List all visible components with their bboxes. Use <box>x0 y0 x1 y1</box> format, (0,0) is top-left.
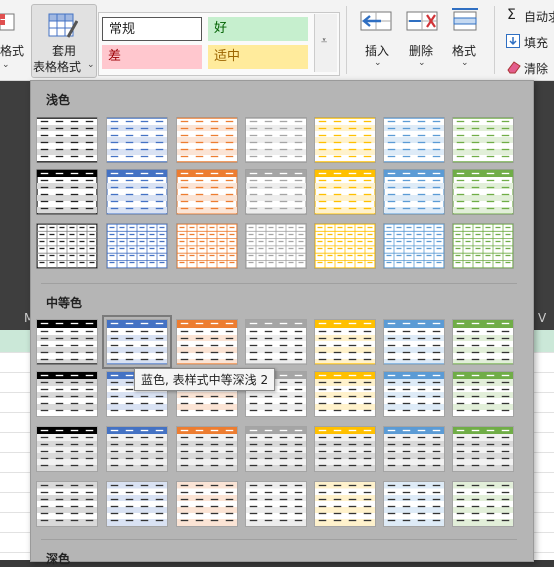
format-as-label[interactable]: 格式 <box>0 42 24 59</box>
ribbon: 格式 ⌄ 套用 表格格式 ⌄ 常规 好 差 适中 ⩡ 插入 ⌄ 删除 ⌄ 格式 … <box>0 0 554 81</box>
table-brush-icon <box>48 11 79 42</box>
table-style-thumbnail[interactable] <box>36 319 98 365</box>
divider <box>346 6 347 74</box>
cell-styles-more-button[interactable]: ⩡ <box>314 14 337 72</box>
cell-style-good[interactable]: 好 <box>208 17 308 41</box>
table-style-thumbnail[interactable] <box>452 117 514 163</box>
table-style-thumbnail[interactable] <box>314 117 376 163</box>
table-style-thumbnail[interactable] <box>176 481 238 527</box>
table-style-thumbnail[interactable] <box>245 223 307 269</box>
section-title-dark: 深色 <box>46 552 71 566</box>
delete-label[interactable]: 删除 <box>409 42 433 59</box>
format-cells-icon[interactable] <box>451 6 479 39</box>
table-style-thumbnail[interactable] <box>314 319 376 365</box>
cell-style-neutral-label: 适中 <box>214 49 241 64</box>
table-style-thumbnail[interactable] <box>314 169 376 215</box>
table-style-thumbnail[interactable] <box>452 169 514 215</box>
cell-styles-gallery: 常规 好 差 适中 <box>98 12 340 76</box>
insert-cells-icon[interactable] <box>359 8 393 37</box>
expand-icon: ⩡ <box>321 34 328 47</box>
divider <box>494 6 495 74</box>
table-style-thumbnail[interactable] <box>106 481 168 527</box>
column-letter-v: V <box>538 311 547 325</box>
table-style-thumbnail[interactable] <box>245 169 307 215</box>
table-style-thumbnail[interactable] <box>106 117 168 163</box>
table-style-thumbnail[interactable] <box>102 315 172 369</box>
table-style-thumbnail[interactable] <box>383 223 445 269</box>
table-style-thumbnail[interactable] <box>176 117 238 163</box>
table-style-thumbnail[interactable] <box>452 426 514 472</box>
table-styles-dropdown: 浅色 中等色 深色 <box>30 80 534 566</box>
table-style-thumbnail[interactable] <box>314 371 376 417</box>
table-style-thumbnail[interactable] <box>36 426 98 472</box>
section-title-medium: 中等色 <box>46 296 83 310</box>
eraser-icon <box>506 60 522 77</box>
cell-style-bad[interactable]: 差 <box>102 45 202 69</box>
fill-down-icon <box>506 34 520 51</box>
table-style-thumbnail[interactable] <box>36 371 98 417</box>
table-style-thumbnail[interactable] <box>452 481 514 527</box>
table-style-thumbnail[interactable] <box>36 481 98 527</box>
section-divider <box>41 283 517 284</box>
autosum-label[interactable]: 自动求 <box>524 8 554 25</box>
conditional-format-icon[interactable] <box>0 12 16 35</box>
table-style-thumbnail[interactable] <box>314 481 376 527</box>
format-as-table-label-2: 表格格式 <box>33 60 82 74</box>
table-style-thumbnail[interactable] <box>314 426 376 472</box>
table-style-thumbnail[interactable] <box>36 169 98 215</box>
table-style-thumbnail[interactable] <box>383 426 445 472</box>
table-style-thumbnail[interactable] <box>383 319 445 365</box>
table-style-thumbnail[interactable] <box>245 319 307 365</box>
table-style-thumbnail[interactable] <box>452 371 514 417</box>
table-style-thumbnail[interactable] <box>383 169 445 215</box>
fill-label[interactable]: 填充 <box>524 34 548 51</box>
table-style-thumbnail[interactable] <box>452 319 514 365</box>
table-style-thumbnail[interactable] <box>176 223 238 269</box>
table-style-thumbnail[interactable] <box>314 223 376 269</box>
table-style-thumbnail[interactable] <box>383 371 445 417</box>
section-title-light: 浅色 <box>46 93 71 107</box>
table-style-thumbnail[interactable] <box>383 481 445 527</box>
clear-label[interactable]: 清除 <box>524 60 548 77</box>
chevron-down-icon: ⌄ <box>2 60 10 70</box>
cell-style-normal-label: 常规 <box>109 22 136 37</box>
autosum-icon: Σ <box>507 7 516 23</box>
table-style-thumbnail[interactable] <box>245 426 307 472</box>
table-style-thumbnail[interactable] <box>452 223 514 269</box>
table-style-thumbnail[interactable] <box>106 169 168 215</box>
table-style-thumbnail[interactable] <box>36 117 98 163</box>
delete-cells-icon[interactable] <box>405 8 439 37</box>
cell-style-normal[interactable]: 常规 <box>102 17 202 41</box>
cell-style-neutral[interactable]: 适中 <box>208 45 308 69</box>
format-as-table-label-1: 套用 <box>52 44 77 58</box>
table-style-thumbnail[interactable] <box>245 481 307 527</box>
format-as-table-button[interactable]: 套用 表格格式 ⌄ <box>31 4 97 78</box>
table-style-thumbnail[interactable] <box>176 426 238 472</box>
section-divider <box>41 539 517 540</box>
insert-label[interactable]: 插入 <box>365 42 389 59</box>
table-style-thumbnail[interactable] <box>36 223 98 269</box>
table-style-thumbnail[interactable] <box>245 117 307 163</box>
table-style-thumbnail[interactable] <box>106 426 168 472</box>
table-style-thumbnail[interactable] <box>176 319 238 365</box>
format-label[interactable]: 格式 <box>452 42 476 59</box>
chevron-down-icon: ⌄ <box>87 60 95 70</box>
style-tooltip: 蓝色, 表样式中等深浅 2 <box>134 368 276 391</box>
table-style-thumbnail[interactable] <box>106 223 168 269</box>
cell-style-good-label: 好 <box>214 21 228 36</box>
chevron-down-icon: ⌄ <box>418 58 426 68</box>
table-style-thumbnail[interactable] <box>176 169 238 215</box>
cell-style-bad-label: 差 <box>108 49 122 64</box>
chevron-down-icon: ⌄ <box>374 58 382 68</box>
chevron-down-icon: ⌄ <box>461 58 469 68</box>
table-style-thumbnail[interactable] <box>383 117 445 163</box>
